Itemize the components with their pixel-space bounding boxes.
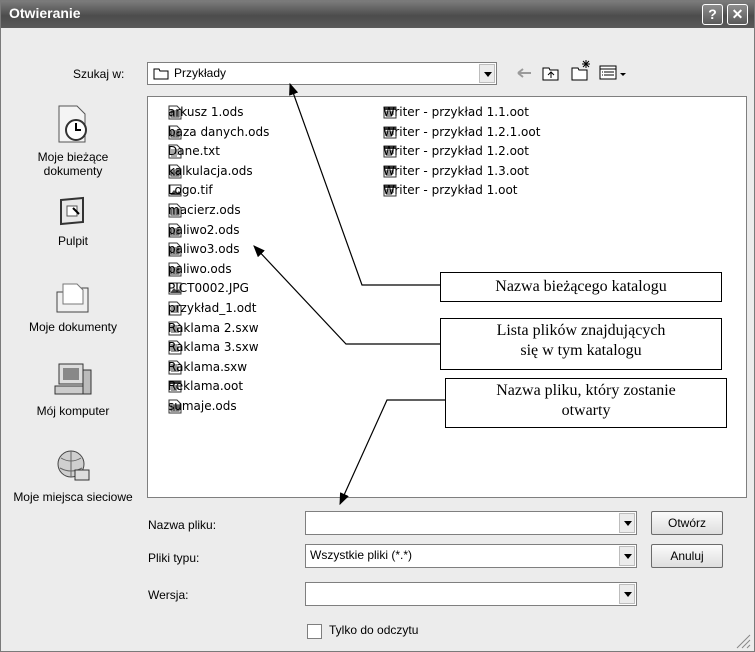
callout-file-list-line1: Lista plików znajdujących xyxy=(496,322,666,339)
callout-file-name-line2: otwarty xyxy=(561,402,611,419)
arrow-file-name xyxy=(339,399,445,506)
callout-file-list-line2: się w tym katalogu xyxy=(520,342,642,359)
callout-file-name: Nazwa pliku, który zostanie otwarty xyxy=(445,378,727,428)
callout-file-list: Lista plików znajdujących się w tym kata… xyxy=(440,318,722,370)
callout-current-folder-text: Nazwa bieżącego katalogu xyxy=(495,278,667,295)
callout-current-folder: Nazwa bieżącego katalogu xyxy=(440,272,722,302)
callout-file-name-line1: Nazwa pliku, który zostanie xyxy=(496,382,676,399)
arrow-current-folder xyxy=(289,82,440,286)
arrow-file-list xyxy=(253,245,440,345)
